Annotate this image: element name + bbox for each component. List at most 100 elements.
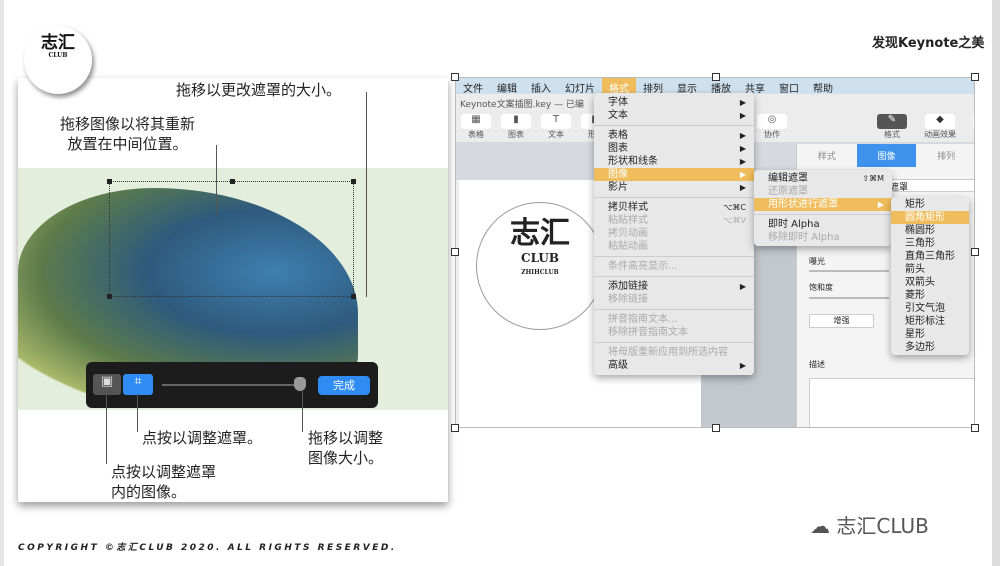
right-toolbar-button[interactable]: ▭文稿: [968, 114, 974, 140]
menu-0[interactable]: 文件: [456, 78, 490, 95]
size-slider[interactable]: [162, 384, 302, 386]
menu-item[interactable]: 拷贝样式 ⌥⌘C: [594, 201, 754, 214]
crop-mask-icon-button[interactable]: ⌗: [123, 374, 153, 395]
copyright: COPYRIGHT ©志汇CLUB 2020. ALL RIGHTS RESER…: [18, 543, 397, 553]
selection-handle[interactable]: [712, 424, 720, 432]
menu-item[interactable]: 矩形: [891, 198, 969, 211]
menu-item[interactable]: 双箭头: [891, 276, 969, 289]
toolbar-button[interactable]: T 文本: [536, 114, 576, 140]
menu-item[interactable]: 椭圆形: [891, 224, 969, 237]
menu-separator: [594, 256, 754, 257]
saturation-label: 饱和度: [809, 283, 833, 292]
inspector-tab[interactable]: 图像: [856, 144, 917, 167]
menu-item[interactable]: 菱形: [891, 289, 969, 302]
menu-4[interactable]: 格式: [602, 78, 636, 95]
menu-item[interactable]: 编辑遮罩 ⇧⌘M: [754, 172, 892, 185]
right-toolbar-button[interactable]: ◆ 动画效果: [920, 114, 960, 140]
menu-item[interactable]: 三角形: [891, 237, 969, 250]
menu-3[interactable]: 幻灯片: [558, 78, 602, 95]
exposure-slider[interactable]: [809, 270, 889, 272]
collab-button[interactable]: ◎ 协作: [752, 114, 792, 140]
menu-8[interactable]: 共享: [738, 78, 772, 95]
menu-item[interactable]: 移除即时 Alpha: [754, 231, 892, 244]
saturation-slider[interactable]: [809, 297, 889, 299]
menu-6[interactable]: 显示: [670, 78, 704, 95]
menu-item-label: 圆角矩形: [905, 212, 945, 223]
menu-item[interactable]: 形状和线条 ▶: [594, 155, 754, 168]
selection-handle[interactable]: [451, 424, 459, 432]
menu-item[interactable]: 圆角矩形: [891, 211, 969, 224]
menu-item[interactable]: 引文气泡: [891, 302, 969, 315]
selection-handle[interactable]: [971, 424, 979, 432]
menu-item-label: 高级: [608, 360, 628, 371]
menu-item-label: 形状和线条: [608, 156, 658, 167]
menu-item-label: 星形: [905, 329, 925, 340]
menu-item-label: 条件高亮显示...: [608, 261, 678, 272]
toolbar-button[interactable]: ▮ 图表: [496, 114, 536, 140]
menu-item[interactable]: 表格 ▶: [594, 129, 754, 142]
toolbar-icon: ▦: [461, 114, 491, 129]
selection-handle[interactable]: [451, 248, 459, 256]
toolbar-label: 表格: [468, 130, 484, 139]
menu-item[interactable]: 添加链接 ▶: [594, 280, 754, 293]
chevron-right-icon: ▶: [739, 144, 746, 153]
menu-item[interactable]: 高级 ▶: [594, 359, 754, 372]
image-submenu: 编辑遮罩 ⇧⌘M 还原遮罩 用形状进行遮罩 ▶ 即时 Alpha 移除即时 Alpha: [754, 170, 892, 246]
menu-item[interactable]: 粘贴样式 ⌥⌘V: [594, 214, 754, 227]
menu-10[interactable]: 帮助: [806, 78, 840, 95]
menu-item[interactable]: 星形: [891, 328, 969, 341]
menu-item[interactable]: 影片 ▶: [594, 181, 754, 194]
menu-item-label: 箭头: [905, 264, 925, 275]
description-input[interactable]: [809, 378, 974, 427]
menu-item-label: 直角三角形: [905, 251, 955, 262]
menu-item-label: 添加链接: [608, 281, 648, 292]
menu-1[interactable]: 编辑: [490, 78, 524, 95]
menu-item-label: 粘贴动画: [608, 241, 648, 252]
menu-item[interactable]: 移除链接: [594, 293, 754, 306]
selection-handle[interactable]: [451, 73, 459, 81]
menu-item[interactable]: 直角三角形: [891, 250, 969, 263]
menu-item[interactable]: 多边形: [891, 341, 969, 354]
menu-item[interactable]: 移除拼音指南文本: [594, 326, 754, 339]
menu-item[interactable]: 还原遮罩: [754, 185, 892, 198]
menu-item[interactable]: 即时 Alpha: [754, 218, 892, 231]
leader-line: [137, 394, 138, 432]
menu-item[interactable]: 将母版重新应用到所选内容: [594, 346, 754, 359]
mask-field[interactable]: 遮罩: [887, 179, 974, 193]
annotation-mask: 点按以调整遮罩。: [142, 429, 263, 447]
slider-thumb[interactable]: [294, 377, 306, 391]
chevron-right-icon: ▶: [739, 170, 746, 179]
menu-9[interactable]: 窗口: [772, 78, 806, 95]
menu-7[interactable]: 播放: [704, 78, 738, 95]
inspector-tab[interactable]: 排列: [916, 144, 974, 167]
menu-item[interactable]: 拼音指南文本...: [594, 313, 754, 326]
menu-item[interactable]: 字体 ▶: [594, 96, 754, 109]
menu-item-label: 椭圆形: [905, 225, 935, 236]
menu-item[interactable]: 矩形标注: [891, 315, 969, 328]
right-toolbar-button[interactable]: ✎ 格式: [872, 114, 912, 140]
menu-2[interactable]: 插入: [524, 78, 558, 95]
menu-item[interactable]: 文本 ▶: [594, 109, 754, 122]
menu-item-label: 图像: [608, 169, 628, 180]
logo-shape[interactable]: 志汇 CLUB ZHIHCLUB: [476, 202, 604, 330]
menu-item[interactable]: 箭头: [891, 263, 969, 276]
mask-frame[interactable]: [107, 179, 356, 299]
selection-handle[interactable]: [971, 248, 979, 256]
menu-item[interactable]: 条件高亮显示...: [594, 260, 754, 273]
inspector-tab[interactable]: 样式: [797, 144, 857, 167]
leader-line: [106, 394, 107, 464]
selection-handle[interactable]: [712, 73, 720, 81]
menu-item[interactable]: 图表 ▶: [594, 142, 754, 155]
done-button[interactable]: 完成: [318, 376, 370, 395]
menu-separator: [594, 197, 754, 198]
toolbar-button[interactable]: ▦ 表格: [456, 114, 496, 140]
menu-item[interactable]: 拷贝动画: [594, 227, 754, 240]
image-icon-button[interactable]: ▣: [93, 374, 121, 395]
selection-handle[interactable]: [971, 73, 979, 81]
menu-item[interactable]: 粘贴动画: [594, 240, 754, 253]
menu-item[interactable]: 用形状进行遮罩 ▶: [754, 198, 892, 211]
enhance-button[interactable]: 增强: [809, 314, 874, 328]
shape-submenu: 矩形 圆角矩形椭圆形 三角形 直角三角形箭头 双箭头 菱形 引文气泡 矩形标注 星形 多边形: [891, 197, 969, 355]
menu-item[interactable]: 图像 ▶: [594, 168, 754, 181]
menu-5[interactable]: 排列: [636, 78, 670, 95]
